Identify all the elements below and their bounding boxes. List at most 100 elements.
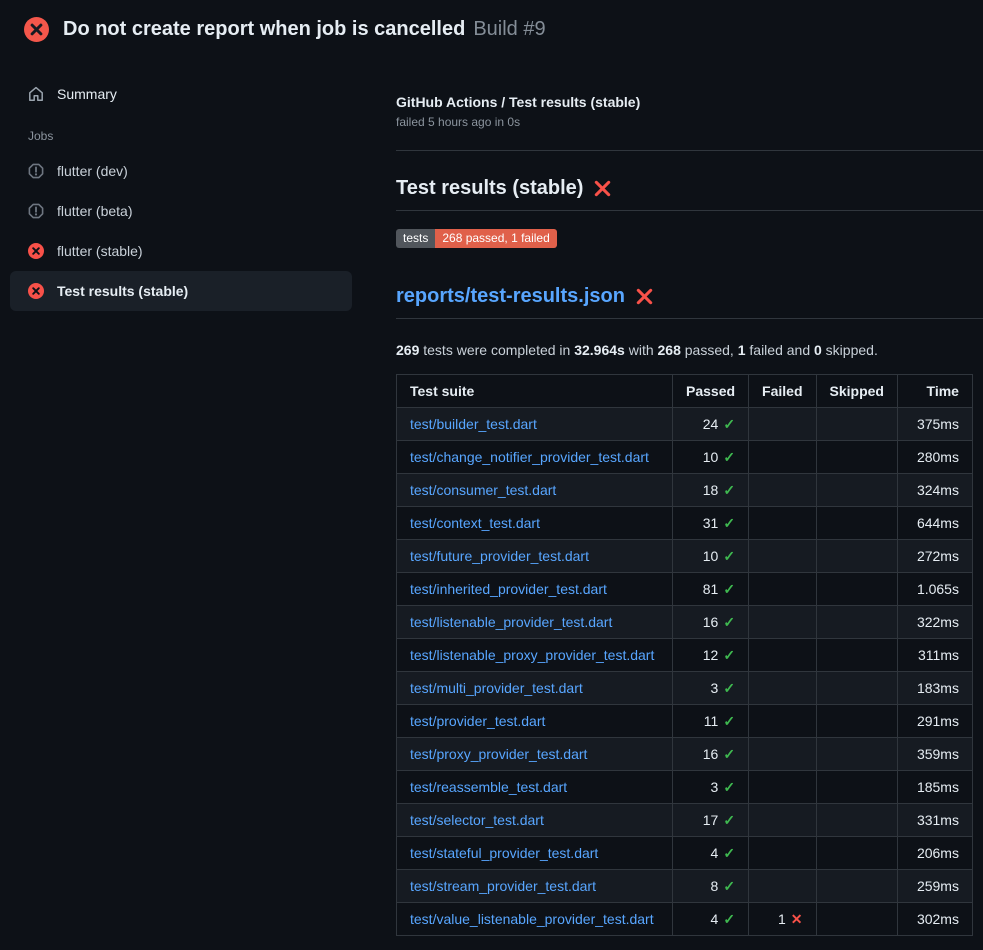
table-row: test/reassemble_test.dart 3✓ 185ms bbox=[397, 771, 973, 804]
failed-cell bbox=[749, 870, 816, 903]
failed-cell: 1✕ bbox=[749, 903, 816, 936]
suite-cell: test/proxy_provider_test.dart bbox=[397, 738, 673, 771]
sidebar-job-item[interactable]: flutter (stable) bbox=[10, 231, 352, 271]
check-icon: ✓ bbox=[723, 680, 735, 696]
time-cell: 259ms bbox=[897, 870, 972, 903]
time-cell: 375ms bbox=[897, 408, 972, 441]
suite-cell: test/future_provider_test.dart bbox=[397, 540, 673, 573]
time-cell: 183ms bbox=[897, 672, 972, 705]
time-cell: 302ms bbox=[897, 903, 972, 936]
table-row: test/change_notifier_provider_test.dart … bbox=[397, 441, 973, 474]
table-row: test/listenable_proxy_provider_test.dart… bbox=[397, 639, 973, 672]
check-icon: ✓ bbox=[723, 548, 735, 564]
passed-cell: 11✓ bbox=[673, 705, 749, 738]
sidebar: Summary Jobs flutter (dev) f bbox=[0, 57, 352, 311]
skipped-cell bbox=[816, 903, 897, 936]
skipped-cell bbox=[816, 606, 897, 639]
passed-cell: 17✓ bbox=[673, 804, 749, 837]
check-icon: ✓ bbox=[723, 878, 735, 894]
table-header-row: Test suite Passed Failed Skipped Time bbox=[397, 375, 973, 408]
suite-link[interactable]: test/stream_provider_test.dart bbox=[410, 878, 596, 894]
jobs-group-label: Jobs bbox=[10, 129, 352, 143]
suite-link[interactable]: test/listenable_provider_test.dart bbox=[410, 614, 612, 630]
table-body: test/builder_test.dart 24✓ 375ms test/ch… bbox=[397, 408, 973, 936]
suite-link[interactable]: test/proxy_provider_test.dart bbox=[410, 746, 587, 762]
column-failed: Failed bbox=[749, 375, 816, 408]
suite-link[interactable]: test/reassemble_test.dart bbox=[410, 779, 567, 795]
duration: 32.964s bbox=[574, 342, 625, 358]
failed-cell bbox=[749, 837, 816, 870]
suite-cell: test/inherited_provider_test.dart bbox=[397, 573, 673, 606]
suite-link[interactable]: test/change_notifier_provider_test.dart bbox=[410, 449, 649, 465]
section-title: Test results (stable) bbox=[396, 177, 583, 200]
skipped-cell bbox=[816, 837, 897, 870]
passed-cell: 81✓ bbox=[673, 573, 749, 606]
check-icon: ✓ bbox=[723, 581, 735, 597]
x-circle-icon bbox=[24, 17, 49, 42]
check-icon: ✓ bbox=[723, 746, 735, 762]
x-circle-icon bbox=[28, 243, 44, 259]
suite-link[interactable]: test/multi_provider_test.dart bbox=[410, 680, 583, 696]
sidebar-job-item[interactable]: Test results (stable) bbox=[10, 271, 352, 311]
suite-link[interactable]: test/provider_test.dart bbox=[410, 713, 545, 729]
column-time: Time bbox=[897, 375, 972, 408]
table-row: test/context_test.dart 31✓ 644ms bbox=[397, 507, 973, 540]
suite-link[interactable]: test/consumer_test.dart bbox=[410, 482, 556, 498]
sidebar-item-summary[interactable]: Summary bbox=[10, 75, 352, 113]
failed-cell bbox=[749, 606, 816, 639]
suite-link[interactable]: test/builder_test.dart bbox=[410, 416, 537, 432]
check-icon: ✓ bbox=[723, 713, 735, 729]
red-x-icon bbox=[593, 179, 612, 198]
red-x-icon: ✕ bbox=[791, 911, 803, 927]
suite-cell: test/selector_test.dart bbox=[397, 804, 673, 837]
stop-icon bbox=[28, 163, 44, 179]
table-row: test/value_listenable_provider_test.dart… bbox=[397, 903, 973, 936]
passed-cell: 24✓ bbox=[673, 408, 749, 441]
time-cell: 644ms bbox=[897, 507, 972, 540]
suite-link[interactable]: test/future_provider_test.dart bbox=[410, 548, 589, 564]
badge-label: tests bbox=[396, 229, 435, 248]
suite-link[interactable]: test/context_test.dart bbox=[410, 515, 540, 531]
table-row: test/consumer_test.dart 18✓ 324ms bbox=[397, 474, 973, 507]
table-row: test/builder_test.dart 24✓ 375ms bbox=[397, 408, 973, 441]
suite-link[interactable]: test/stateful_provider_test.dart bbox=[410, 845, 598, 861]
sidebar-item-label: Summary bbox=[57, 86, 117, 102]
time-cell: 1.065s bbox=[897, 573, 972, 606]
passed-cell: 12✓ bbox=[673, 639, 749, 672]
suite-link[interactable]: test/listenable_proxy_provider_test.dart bbox=[410, 647, 654, 663]
check-icon: ✓ bbox=[723, 647, 735, 663]
section-heading: Test results (stable) bbox=[396, 177, 983, 211]
suite-link[interactable]: test/selector_test.dart bbox=[410, 812, 544, 828]
time-cell: 359ms bbox=[897, 738, 972, 771]
time-cell: 291ms bbox=[897, 705, 972, 738]
check-icon: ✓ bbox=[723, 515, 735, 531]
passed-cell: 3✓ bbox=[673, 771, 749, 804]
suite-link[interactable]: test/value_listenable_provider_test.dart bbox=[410, 911, 654, 927]
skipped-count: 0 bbox=[814, 342, 822, 358]
failed-cell bbox=[749, 408, 816, 441]
job-label: flutter (beta) bbox=[57, 203, 132, 219]
jobs-list: flutter (dev) flutter (beta) flu bbox=[10, 151, 352, 311]
failed-count: 1 bbox=[738, 342, 746, 358]
page-title: Do not create report when job is cancell… bbox=[63, 18, 465, 41]
test-results-table: Test suite Passed Failed Skipped Time te… bbox=[396, 374, 973, 936]
sidebar-job-item[interactable]: flutter (dev) bbox=[10, 151, 352, 191]
report-file-link[interactable]: reports/test-results.json bbox=[396, 285, 625, 308]
skipped-cell bbox=[816, 705, 897, 738]
check-icon: ✓ bbox=[723, 845, 735, 861]
total-count: 269 bbox=[396, 342, 419, 358]
time-cell: 185ms bbox=[897, 771, 972, 804]
passed-cell: 8✓ bbox=[673, 870, 749, 903]
sidebar-job-item[interactable]: flutter (beta) bbox=[10, 191, 352, 231]
suite-link[interactable]: test/inherited_provider_test.dart bbox=[410, 581, 607, 597]
build-number: Build #9 bbox=[473, 18, 545, 41]
time-cell: 331ms bbox=[897, 804, 972, 837]
skipped-cell bbox=[816, 540, 897, 573]
report-heading: reports/test-results.json bbox=[396, 285, 983, 319]
job-label: flutter (dev) bbox=[57, 163, 128, 179]
suite-cell: test/stateful_provider_test.dart bbox=[397, 837, 673, 870]
check-icon: ✓ bbox=[723, 449, 735, 465]
suite-cell: test/builder_test.dart bbox=[397, 408, 673, 441]
passed-cell: 10✓ bbox=[673, 441, 749, 474]
time-cell: 272ms bbox=[897, 540, 972, 573]
